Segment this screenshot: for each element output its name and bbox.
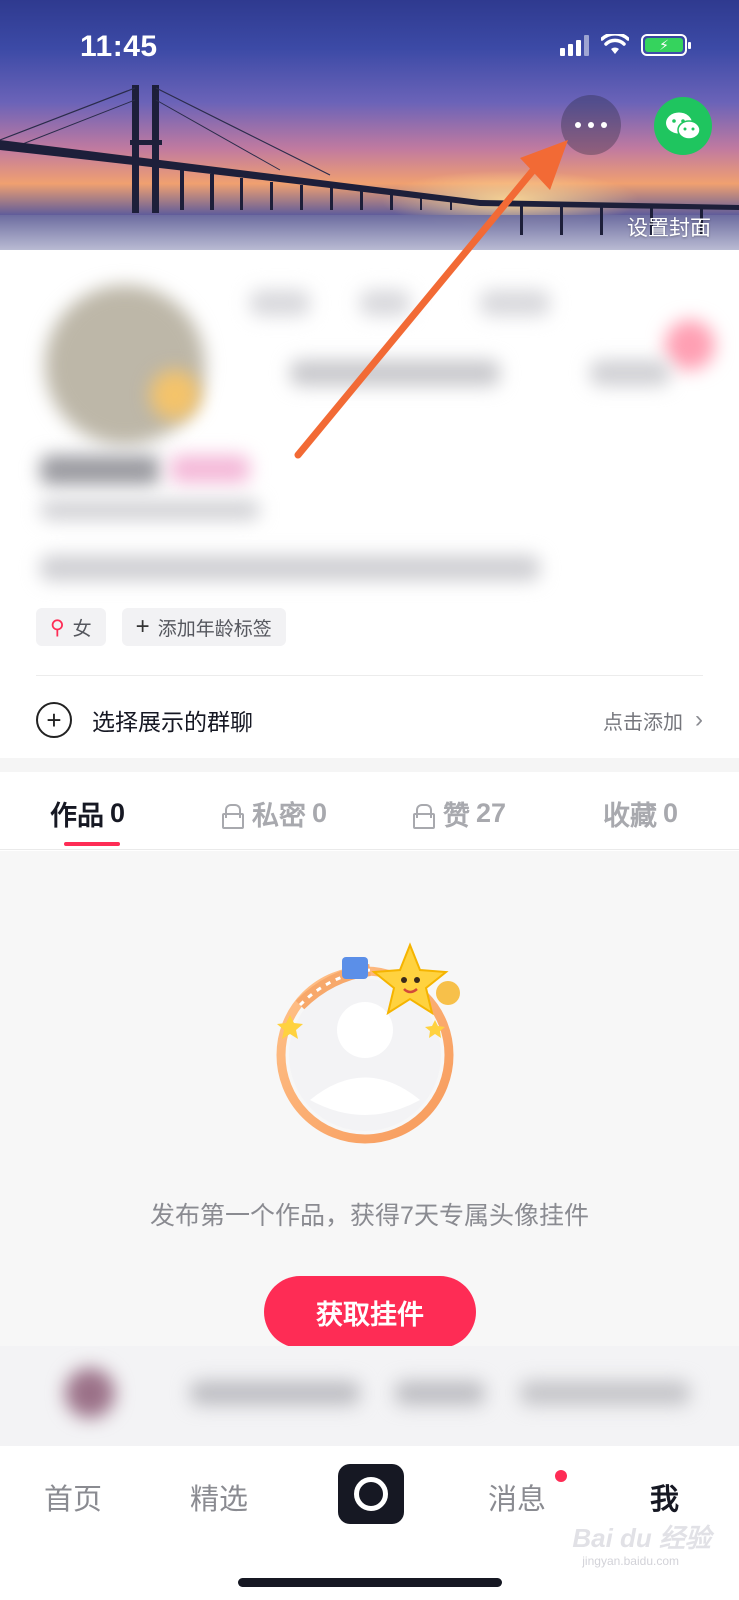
gender-female-icon: ⚲ xyxy=(50,616,65,639)
set-cover-link[interactable]: 设置封面 xyxy=(627,212,711,242)
bio-text xyxy=(40,555,540,581)
tab-likes[interactable]: 赞 27 xyxy=(413,794,506,833)
tab-count: 0 xyxy=(312,798,328,828)
nav-messages[interactable]: 消息 xyxy=(488,1476,546,1518)
tab-count: 0 xyxy=(110,798,126,828)
group-chat-action[interactable]: 点击添加 › xyxy=(603,706,703,735)
lock-icon xyxy=(413,803,435,829)
profile-section xyxy=(0,250,739,605)
avatar[interactable] xyxy=(45,285,205,445)
unread-dot xyxy=(555,1470,567,1482)
mini-text xyxy=(190,1381,360,1405)
status-time: 11:45 xyxy=(80,30,158,63)
tab-label: 赞 xyxy=(443,801,470,831)
tab-private[interactable]: 私密 0 xyxy=(222,794,327,833)
signal-icon xyxy=(560,34,589,56)
wechat-icon xyxy=(666,112,701,140)
add-action-label: 点击添加 xyxy=(603,711,683,734)
tab-label: 私密 xyxy=(252,801,306,831)
nickname xyxy=(40,455,160,485)
tab-favorites[interactable]: 收藏 0 xyxy=(603,794,678,833)
camera-icon xyxy=(354,1477,388,1511)
tab-label: 作品 xyxy=(50,801,104,831)
wechat-button[interactable] xyxy=(654,97,712,155)
stat-block xyxy=(590,360,670,386)
empty-state-message: 发布第一个作品，获得7天专属头像挂件 xyxy=(150,1202,589,1230)
profile-tags: ⚲ 女 + 添加年龄标签 xyxy=(36,608,286,646)
add-age-label: 添加年龄标签 xyxy=(157,618,272,640)
battery-icon: ⚡ xyxy=(641,34,691,56)
group-chat-row[interactable]: + 选择展示的群聊 点击添加 › xyxy=(36,690,703,750)
group-chat-label: 选择展示的群聊 xyxy=(92,709,253,735)
nickname-tag xyxy=(170,455,250,483)
divider xyxy=(36,675,703,676)
stat-block xyxy=(360,290,410,316)
create-button[interactable] xyxy=(338,1464,404,1524)
active-tab-indicator xyxy=(64,842,120,846)
mini-avatar xyxy=(65,1368,115,1418)
tab-label: 收藏 xyxy=(603,801,657,831)
pink-follow-button[interactable] xyxy=(665,320,715,370)
avatar-badge xyxy=(150,370,200,420)
avatar-pendant-illustration xyxy=(276,942,460,1144)
tab-count: 0 xyxy=(663,798,679,828)
gender-tag[interactable]: ⚲ 女 xyxy=(36,608,106,646)
mini-text xyxy=(395,1381,485,1405)
mini-text xyxy=(520,1381,690,1405)
tab-count: 27 xyxy=(476,798,507,828)
lock-icon xyxy=(222,803,244,829)
watermark-url: jingyan.baidu.com xyxy=(582,1554,679,1568)
section-separator xyxy=(0,758,739,772)
add-age-tag[interactable]: + 添加年龄标签 xyxy=(121,608,286,646)
nav-home[interactable]: 首页 xyxy=(44,1476,102,1518)
status-icons: ⚡ xyxy=(560,34,691,56)
profile-tabs: 作品 0 私密 0 赞 27 收藏 0 xyxy=(0,772,739,850)
account-id xyxy=(40,500,260,520)
gender-label: 女 xyxy=(72,618,92,640)
plus-icon: + xyxy=(135,613,150,640)
stat-block xyxy=(290,360,500,386)
chevron-right-icon: › xyxy=(695,706,703,733)
bottom-navigation: 首页 精选 消息 我 Bai du 经验 jingyan.baidu.com xyxy=(0,1446,739,1600)
home-indicator[interactable] xyxy=(238,1578,502,1587)
wifi-icon xyxy=(601,34,629,54)
nav-featured[interactable]: 精选 xyxy=(190,1476,248,1518)
tab-works[interactable]: 作品 0 xyxy=(50,794,125,833)
circle-plus-icon: + xyxy=(36,702,72,738)
watermark: Bai du 经验 xyxy=(572,1523,711,1553)
get-pendant-button[interactable]: 获取挂件 xyxy=(264,1276,476,1348)
blurred-recommendation-bar[interactable] xyxy=(0,1346,739,1446)
more-options-button[interactable] xyxy=(561,95,621,155)
nav-me[interactable]: 我 xyxy=(650,1476,679,1518)
stat-block xyxy=(250,290,310,316)
more-icon xyxy=(575,122,581,128)
stat-block xyxy=(480,290,550,316)
